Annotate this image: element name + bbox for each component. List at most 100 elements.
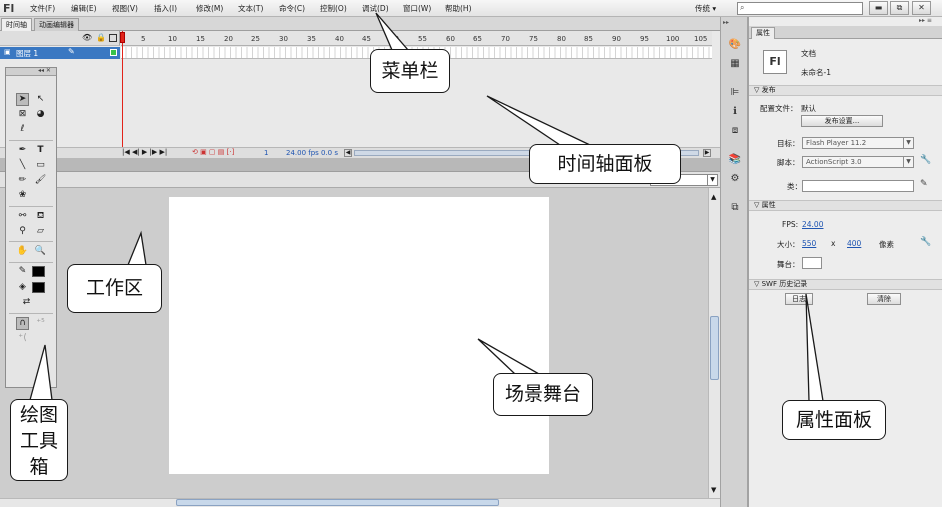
menu-text[interactable]: 文本(T) [238,3,263,14]
tab-properties[interactable]: 属性 [751,27,775,39]
selection-tool-icon[interactable]: ➤ [16,93,29,106]
props-section-header[interactable]: ▽ 属性 [749,200,942,211]
straighten-icon[interactable]: ⁺⟨ [16,332,29,345]
log-button[interactable]: 日志 [785,293,813,305]
color-panel-icon[interactable]: 🎨 [728,38,742,51]
menu-window[interactable]: 窗口(W) [403,3,431,14]
subselection-tool-icon[interactable]: ↖ [34,93,47,106]
minimize-button[interactable]: ▬ [869,1,888,15]
stage-h-scrollbar[interactable] [0,498,720,507]
onion-skin-icon[interactable]: ⟲ ▣ ▢ ▤ [·] [192,148,234,156]
text-tool-icon[interactable]: T [34,144,47,157]
menu-view[interactable]: 视图(V) [112,3,138,14]
stage-color-label: 舞台： [777,260,800,269]
menu-help[interactable]: 帮助(H) [445,3,472,14]
components-panel-icon[interactable]: ⧉ [728,201,742,214]
transform-panel-icon[interactable]: ⧈ [728,124,742,137]
panel-menu-icon[interactable]: ▸▸ ≡ [919,17,932,24]
stage-v-scrollbar[interactable]: ▲ ▼ [708,188,720,498]
script-select[interactable]: ActionScript 3.0 ▼ [802,156,914,168]
stroke-color-icon[interactable]: ✎ [16,265,29,278]
pencil-tool-icon[interactable]: ✏ [16,174,29,187]
eraser-tool-icon[interactable]: ▱ [34,225,47,238]
line-tool-icon[interactable]: ╲ [16,159,29,172]
deco-tool-icon[interactable]: ❀ [16,189,29,202]
snap-magnet-icon[interactable]: ∩ [16,317,29,330]
restore-button[interactable]: ⧉ [890,1,909,15]
width-value[interactable]: 550 [802,239,816,248]
swap-colors-icon[interactable]: ⇄ [20,296,33,309]
expand-dock-icon[interactable]: ▸▸ [723,19,729,26]
fill-color-icon[interactable]: ◈ [16,281,29,294]
playback-controls-icon[interactable]: |◀ ◀| ▶ |▶ ▶| [122,148,167,156]
panel-collapse-icon[interactable]: ◂◂ ✕ [38,67,51,74]
menu-commands[interactable]: 命令(C) [279,3,305,14]
profile-value: 默认 [801,104,816,113]
library-panel-icon[interactable]: 📚 [728,153,742,166]
scroll-right-icon[interactable]: ▶ [703,149,711,157]
menu-bar: Fl 文件(F) 编辑(E) 视图(V) 插入(I) 修改(M) 文本(T) 命… [0,0,942,17]
scroll-left-icon[interactable]: ◀ [344,149,352,157]
workspace-switcher[interactable]: 传统 ▾ [695,3,716,14]
publish-settings-button[interactable]: 发布设置... [801,115,883,127]
fps-readout[interactable]: 24.00 fps [286,149,319,157]
motion-presets-icon[interactable]: ⚙ [728,172,742,185]
publish-section-header[interactable]: ▽ 发布 [749,85,942,96]
zoom-tool-icon[interactable]: 🔍 [34,245,47,258]
menu-control[interactable]: 控制(O) [320,3,347,14]
hand-tool-icon[interactable]: ✋ [16,245,29,258]
swf-history-header[interactable]: ▽ SWF 历史记录 [749,279,942,290]
edit-class-pencil-icon[interactable]: ✎ [920,179,928,189]
align-panel-icon[interactable]: ⊫ [728,86,742,99]
pen-tool-icon[interactable]: ✒ [16,144,29,157]
layer-name[interactable]: 图层 1 [16,48,38,59]
pasteboard-workarea[interactable] [0,188,708,498]
bone-tool-icon[interactable]: ⚯ [16,210,29,223]
paint-bucket-tool-icon[interactable]: ⛾ [34,210,47,223]
lasso-tool-icon[interactable]: ℓ [16,123,29,136]
tools-titlebar[interactable]: ◂◂ ✕ [6,67,56,76]
lock-icon[interactable]: 🔒 [96,33,106,42]
frame-ruler[interactable]: 5 10 15 20 25 30 35 40 45 50 55 60 65 70… [121,31,712,46]
class-input[interactable] [802,180,914,192]
h-scroll-thumb[interactable] [176,499,499,506]
document-settings-wrench-icon[interactable]: 🔧 [920,237,931,247]
target-label: 目标： [777,139,800,148]
fps-value[interactable]: 24.00 [802,220,823,229]
clear-button[interactable]: 清除 [867,293,901,305]
eyedropper-tool-icon[interactable]: ⚲ [16,225,29,238]
swatches-panel-icon[interactable]: ▦ [728,57,742,70]
layer-row[interactable]: ▣ 图层 1 ✎ [0,47,120,59]
menu-edit[interactable]: 编辑(E) [71,3,97,14]
stage-canvas[interactable] [169,197,549,474]
current-frame-readout: 1 [264,149,269,157]
target-select[interactable]: Flash Player 11.2 ▼ [802,137,914,149]
stroke-color-swatch[interactable] [32,266,45,277]
brush-tool-icon[interactable]: 🖌 [34,174,47,187]
menu-insert[interactable]: 插入(I) [154,3,177,14]
outline-icon[interactable] [109,34,117,42]
script-settings-wrench-icon[interactable]: 🔧 [920,155,931,165]
playhead-handle[interactable] [120,32,125,43]
close-button[interactable]: ✕ [912,1,931,15]
scroll-down-icon[interactable]: ▼ [711,486,716,494]
menu-file[interactable]: 文件(F) [30,3,55,14]
free-transform-tool-icon[interactable]: ⊠ [16,108,29,121]
rectangle-tool-icon[interactable]: ▭ [34,159,47,172]
help-search-input[interactable]: ⌕ [737,2,863,15]
fill-color-swatch[interactable] [32,282,45,293]
stage-color-swatch[interactable] [802,257,822,269]
eye-icon[interactable]: 👁 [82,33,92,42]
layer-color-swatch[interactable] [110,49,117,56]
document-name[interactable]: 未命名-1 [801,67,831,78]
info-panel-icon[interactable]: ℹ [728,105,742,118]
3d-rotation-tool-icon[interactable]: ◕ [34,108,47,121]
tab-timeline[interactable]: 时间轴 [1,18,32,31]
scroll-up-icon[interactable]: ▲ [711,193,716,201]
tab-motion-editor[interactable]: 动画编辑器 [34,18,79,31]
menu-modify[interactable]: 修改(M) [196,3,223,14]
smooth-icon[interactable]: ⁺⁵ [34,317,47,330]
menu-debug[interactable]: 调试(D) [362,3,389,14]
height-value[interactable]: 400 [847,239,861,248]
v-scroll-thumb[interactable] [710,316,719,380]
